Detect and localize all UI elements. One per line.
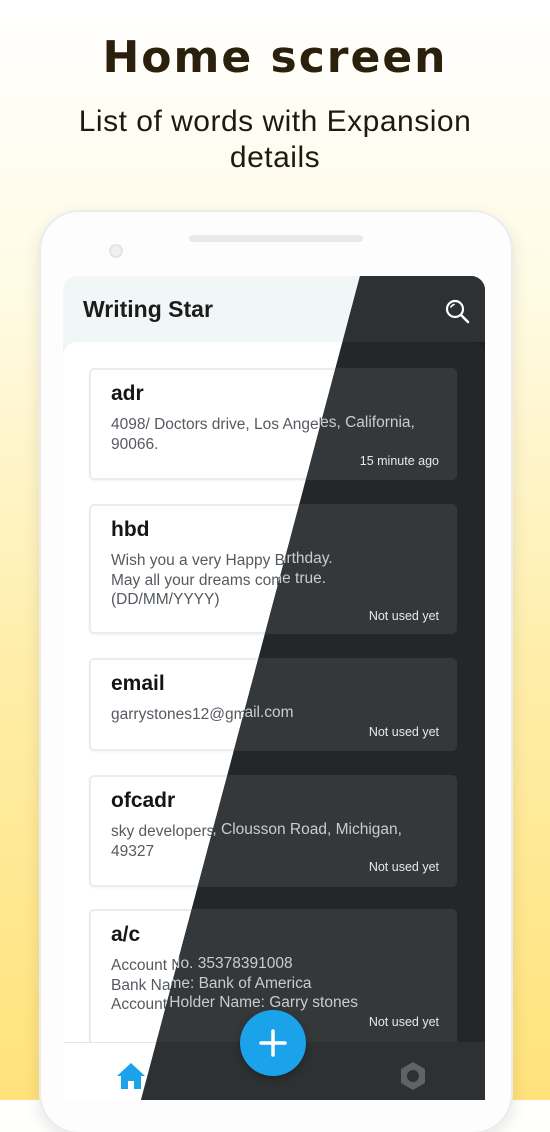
entry-key: adr bbox=[111, 382, 144, 405]
camera-icon bbox=[109, 244, 123, 258]
entry-status: Not used yet bbox=[368, 1015, 439, 1029]
app-screen: Writing Star adr 4098/ Doctors drive, Lo… bbox=[63, 276, 485, 1100]
entry-key: ofcadr bbox=[111, 789, 176, 812]
speaker-grille bbox=[189, 235, 363, 242]
app-title: Writing Star bbox=[83, 296, 213, 322]
entry-status: 15 minute ago bbox=[359, 454, 439, 468]
entry-key: a/c bbox=[111, 923, 141, 946]
entry-status: Not used yet bbox=[368, 860, 439, 874]
settings-icon[interactable] bbox=[397, 1060, 429, 1092]
entry-key: email bbox=[111, 672, 165, 695]
add-entry-button[interactable] bbox=[240, 1010, 306, 1076]
plus-icon bbox=[259, 1029, 287, 1057]
promo-subline: List of words with Expansion details bbox=[78, 105, 472, 174]
search-icon[interactable] bbox=[444, 298, 470, 324]
promo-headline: Home screen bbox=[102, 32, 448, 83]
entry-key: hbd bbox=[111, 518, 150, 541]
home-icon[interactable] bbox=[115, 1061, 147, 1091]
entry-status: Not used yet bbox=[368, 609, 439, 623]
entry-status: Not used yet bbox=[368, 725, 439, 739]
